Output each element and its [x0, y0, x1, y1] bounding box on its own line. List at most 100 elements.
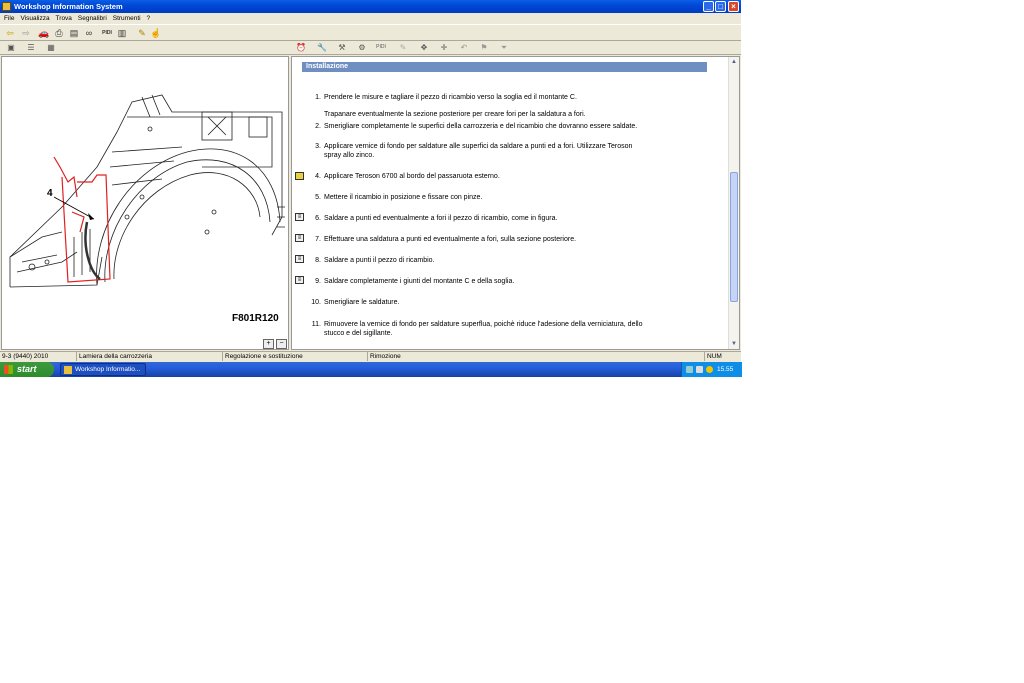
- figure-pane: 4 F801R120 + −: [1, 56, 289, 350]
- application-window: Workshop Information System _ □ × File V…: [0, 0, 741, 362]
- menu-help[interactable]: ?: [147, 13, 151, 24]
- step-number: 9.: [315, 278, 321, 285]
- print-icon[interactable]: ⎙: [53, 27, 65, 39]
- step-number: 1.: [315, 94, 321, 101]
- wrench-icon[interactable]: 🔧: [316, 42, 328, 53]
- gear-icon[interactable]: ⚙: [356, 42, 368, 53]
- bookmark-icon[interactable]: ▤: [68, 27, 80, 39]
- clock[interactable]: 15.55: [717, 362, 733, 377]
- menu-segnalibri[interactable]: Segnalibri: [78, 13, 107, 24]
- step-text: Applicare vernice di fondo per saldature…: [324, 143, 633, 150]
- figure-link-icon[interactable]: ≡: [295, 276, 304, 284]
- figure-link-icon[interactable]: ≡: [295, 234, 304, 242]
- menu-file[interactable]: File: [4, 13, 14, 24]
- start-label: start: [17, 364, 37, 374]
- step-text: stucco e del sigillante.: [324, 330, 393, 337]
- start-button[interactable]: start: [0, 362, 54, 377]
- pointer-icon[interactable]: ☝: [150, 27, 162, 39]
- pencil-icon[interactable]: ✎: [136, 27, 148, 39]
- volume-icon[interactable]: [696, 366, 703, 373]
- taskbar-item-label: Workshop Informatio...: [75, 366, 141, 373]
- pidi-icon[interactable]: PIDI: [101, 27, 113, 39]
- step-text: Smerigliare completamente le superfici d…: [324, 123, 638, 130]
- step-number: 3.: [315, 143, 321, 150]
- status-operation: Regolazione e sostituzione: [223, 352, 368, 361]
- image-icon[interactable]: ▦: [45, 42, 57, 53]
- menu-bar: File Visualizza Trova Segnalibri Strumen…: [0, 13, 741, 24]
- step-number: 5.: [315, 194, 321, 201]
- figure-link-icon[interactable]: ≡: [295, 213, 304, 221]
- secondary-toolbar: ▣ ☰ ▦ ⏰ 🔧 ⚒ ⚙ PIDI ✎ ✥ ✛ ↶ ⚑ ⏷: [0, 41, 741, 55]
- step-text: Effettuare una saldatura a punti ed even…: [324, 236, 577, 243]
- step-number: 6.: [315, 215, 321, 222]
- system-tray: 15.55: [681, 362, 742, 377]
- menu-visualizza[interactable]: Visualizza: [20, 13, 49, 24]
- step-number: 11.: [311, 321, 321, 328]
- title-bar[interactable]: Workshop Information System _ □ ×: [0, 0, 741, 13]
- material-icon[interactable]: [295, 172, 304, 180]
- status-task: Rimozione: [368, 352, 705, 361]
- status-group: Lamiera della carrozzeria: [77, 352, 223, 361]
- step-text: Prendere le misure e tagliare il pezzo d…: [324, 94, 577, 101]
- zoom-in-icon[interactable]: +: [263, 339, 274, 349]
- pidi-small-icon[interactable]: PIDI: [375, 42, 387, 53]
- binoculars-icon[interactable]: ∞: [83, 27, 95, 39]
- menu-trova[interactable]: Trova: [56, 13, 72, 24]
- step-text: Saldare a punti il pezzo di ricambio.: [324, 257, 435, 264]
- pen-icon[interactable]: ✎: [397, 42, 409, 53]
- security-icon[interactable]: [706, 366, 713, 373]
- list-icon[interactable]: ☰: [25, 42, 37, 53]
- undo-icon[interactable]: ↶: [458, 42, 470, 53]
- maximize-button[interactable]: □: [715, 1, 726, 12]
- tools-icon[interactable]: ⚒: [336, 42, 348, 53]
- step-text: Trapanare eventualmente la sezione poste…: [324, 111, 586, 118]
- section-title: Installazione: [302, 62, 707, 72]
- status-model: 9-3 (9440) 2010: [0, 352, 77, 361]
- step-number: 2.: [315, 123, 321, 130]
- main-toolbar: ⇦ ⇨ 🚗 ⎙ ▤ ∞ PIDI ▥ ✎ ☝: [0, 24, 741, 41]
- car-icon[interactable]: 🚗: [38, 27, 50, 39]
- step-text: Smerigliare le saldature.: [324, 299, 400, 306]
- app-icon: [64, 366, 72, 374]
- body-panel-diagram: [9, 94, 285, 288]
- windows-logo-icon: [4, 365, 13, 374]
- menu-strumenti[interactable]: Strumenti: [113, 13, 141, 24]
- figure-link-icon[interactable]: ≡: [295, 255, 304, 263]
- close-button[interactable]: ×: [728, 1, 739, 12]
- flag-icon[interactable]: ⚑: [478, 42, 490, 53]
- vertical-scrollbar[interactable]: ▲ ▼: [728, 57, 739, 349]
- step-number: 7.: [315, 236, 321, 243]
- instructions-pane: Installazione 1. Prendere le misure e ta…: [291, 56, 740, 350]
- app-icon: [2, 2, 11, 11]
- forward-icon[interactable]: ⇨: [20, 27, 32, 39]
- zoom-out-icon[interactable]: −: [276, 339, 287, 349]
- funnel-icon[interactable]: ⏷: [498, 42, 510, 53]
- step-text: spray allo zinco.: [324, 152, 375, 159]
- step-text: Saldare completamente i giunti del monta…: [324, 278, 515, 285]
- step-text: Applicare Teroson 6700 al bordo del pass…: [324, 173, 500, 180]
- step-number: 8.: [315, 257, 321, 264]
- step-text: Saldare a punti ed eventualmente a fori …: [324, 215, 558, 222]
- status-num: NUM: [707, 353, 722, 360]
- taskbar-window-item[interactable]: Workshop Informatio...: [60, 363, 146, 376]
- page-icon[interactable]: ▣: [5, 42, 17, 53]
- move-icon[interactable]: ✥: [418, 42, 430, 53]
- scroll-up-icon[interactable]: ▲: [730, 58, 738, 66]
- figure-label: F801R120: [232, 313, 279, 324]
- network-icon[interactable]: [686, 366, 693, 373]
- status-bar: 9-3 (9440) 2010 Lamiera della carrozzeri…: [0, 351, 741, 362]
- step-text: Mettere il ricambio in posizione e fissa…: [324, 194, 483, 201]
- crosshair-icon[interactable]: ✛: [438, 42, 450, 53]
- scroll-down-icon[interactable]: ▼: [730, 340, 738, 348]
- step-number: 10.: [311, 299, 321, 306]
- scroll-thumb[interactable]: [730, 172, 738, 302]
- minimize-button[interactable]: _: [703, 1, 714, 12]
- clock-icon[interactable]: ⏰: [295, 42, 307, 53]
- step-text: Rimuovere la vernice di fondo per saldat…: [324, 321, 643, 328]
- step-number: 4.: [315, 173, 321, 180]
- window-title: Workshop Information System: [14, 2, 123, 11]
- taskbar: start Workshop Informatio... 15.55: [0, 362, 742, 377]
- figure-callout: 4: [47, 188, 53, 199]
- back-icon[interactable]: ⇦: [4, 27, 16, 39]
- trash-icon[interactable]: ▥: [116, 27, 128, 39]
